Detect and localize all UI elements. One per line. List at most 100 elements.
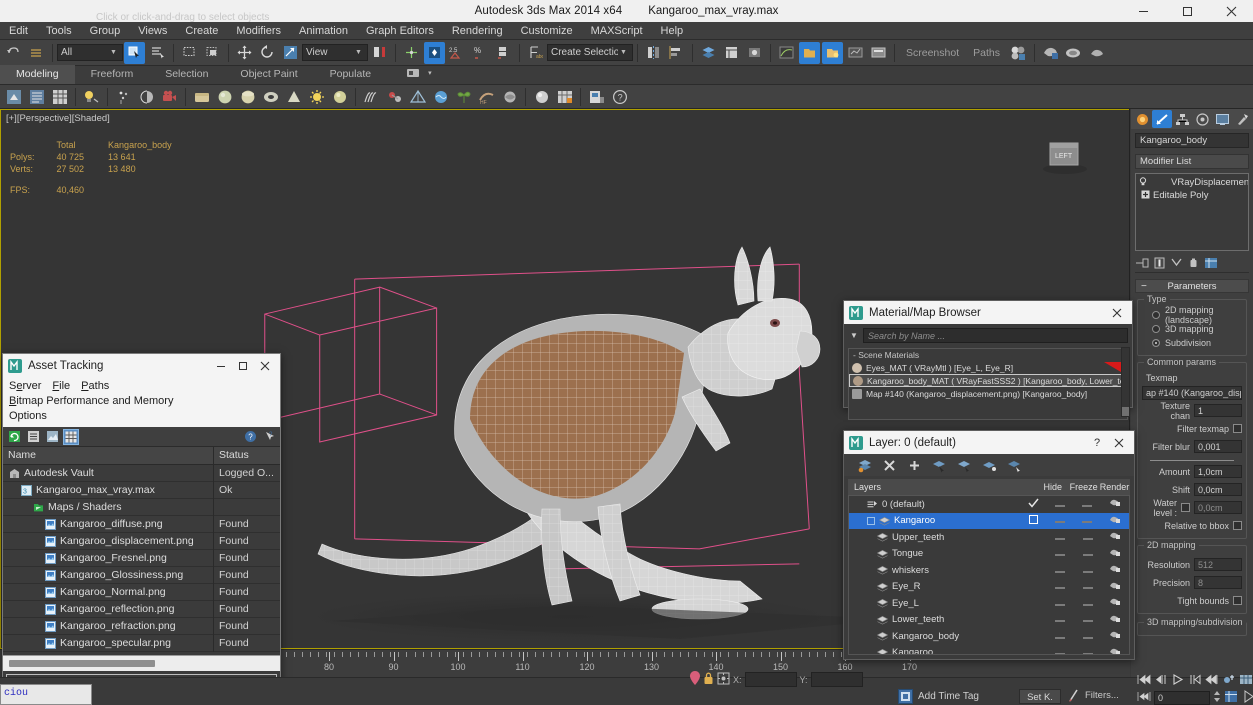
scrollbar-thumb[interactable] [9,660,155,667]
delete-layer-icon[interactable] [881,457,897,473]
slate-material-editor-icon[interactable] [554,86,575,108]
layer-hide-cell[interactable] [1046,581,1074,592]
menu-tools[interactable]: Tools [37,22,81,40]
asset-tracking-rows[interactable]: Autodesk Vault Logged O... 3 Kangaroo_max_v… [3,465,280,655]
asset-tracking-toggle-icon[interactable] [799,41,820,64]
material-list-item[interactable]: Eyes_MAT ( VRayMtl ) [Eye_L, Eye_R] [849,361,1127,374]
layer-manager-icon[interactable] [698,42,719,64]
create-panel-icon[interactable] [3,86,24,108]
layer-render-cell[interactable] [1101,548,1129,560]
cylinder-primitive-icon[interactable] [237,86,258,108]
select-highlighted-objects-icon[interactable] [956,457,972,473]
layer-hide-cell[interactable] [1046,647,1074,654]
camera-icon[interactable] [159,86,180,108]
asset-row[interactable]: Kangaroo_reflection.png Found [3,600,280,618]
make-unique-icon[interactable] [1169,255,1184,270]
view-cube[interactable]: LEFT [1039,137,1091,175]
layer-hide-cell[interactable] [1046,532,1074,543]
render-frame-window-icon[interactable] [868,42,889,64]
window-crossing-icon[interactable] [202,42,223,64]
render-setup-icon[interactable] [744,42,765,64]
radio-2d-mapping[interactable]: 2D mapping (landscape) [1142,305,1242,325]
layer-row[interactable]: Upper_teeth [849,529,1129,546]
ribbon-tab-object-paint[interactable]: Object Paint [224,65,313,84]
layer-current-cell[interactable] [1021,514,1045,527]
options-chevron-icon[interactable]: ▼ [848,331,860,340]
texture-channel-field[interactable]: 1 [1194,404,1242,417]
layer-render-cell[interactable] [1101,630,1129,642]
tab-create[interactable] [1132,110,1152,128]
modifier-list-dropdown[interactable]: Modifier List [1135,154,1249,169]
asset-tracking-close-button[interactable] [254,356,276,376]
layer-row[interactable]: Kangaroo_body [849,628,1129,645]
radio-subdivision[interactable]: Subdivision [1142,336,1242,350]
go-to-end-icon[interactable] [1205,674,1219,688]
foliage-icon[interactable] [453,86,474,108]
asset-tracking-minimize-button[interactable] [210,356,232,376]
scene-explorer-icon[interactable] [721,42,742,64]
asset-tracking-maximize-button[interactable] [232,356,254,376]
align-icon[interactable] [666,42,687,64]
percent-snap-icon[interactable]: % [470,42,491,64]
layer-freeze-cell[interactable] [1073,515,1101,526]
render-production-icon[interactable] [1040,42,1061,64]
radio-icon[interactable] [1152,311,1160,319]
material-browser-close-button[interactable] [1106,303,1128,323]
menu-rendering[interactable]: Rendering [443,22,512,40]
layer-freeze-cell[interactable] [1074,532,1102,543]
render-activeshade-icon[interactable] [1086,42,1107,64]
layer-render-cell[interactable] [1101,515,1129,527]
asset-tracking-window[interactable]: Asset Tracking Server File PathsBitmap Per… [2,353,281,700]
name-column-header[interactable]: Name [3,447,214,464]
modifier-stack-item[interactable]: VRayDisplacementMod [1136,176,1248,189]
helpers-icon[interactable] [407,86,428,108]
ribbon-tab-freeform[interactable]: Freeform [75,65,150,84]
material-map-browser-window[interactable]: Material/Map Browser ▼ Search by Name ..… [843,300,1133,420]
material-list-item[interactable]: Map #140 (Kangaroo_displacement.png) [Ka… [849,387,1127,400]
filters-button[interactable]: Filters... [1085,690,1119,701]
coord-x-field[interactable] [744,672,797,687]
frame-spinner-icon[interactable] [1213,690,1221,705]
sphere-primitive-icon[interactable] [214,86,235,108]
box-primitive-icon[interactable] [191,86,212,108]
render-iterative-icon[interactable] [1063,42,1084,64]
material-search-input[interactable]: Search by Name ... [863,328,1128,343]
snaps-toggle-icon[interactable] [424,41,445,64]
tight-bounds-checkbox[interactable] [1233,596,1242,605]
use-pivot-point-center-icon[interactable] [369,42,390,64]
menu-graph-editors[interactable]: Graph Editors [357,22,443,40]
layer-render-cell[interactable] [1101,564,1129,576]
create-new-layer-icon[interactable] [856,457,872,473]
layer-render-cell[interactable] [1101,614,1129,626]
layer-row[interactable]: Tongue [849,546,1129,563]
cone-primitive-icon[interactable] [283,86,304,108]
asset-row[interactable]: Kangaroo_displacement.png Found [3,532,280,550]
curve-editor-icon[interactable] [776,42,797,64]
add-to-layer-icon[interactable] [906,457,922,473]
named-selection-set-dropdown[interactable]: Create Selection S ▼ [547,44,633,61]
shift-field[interactable]: 0,0cm [1194,483,1242,496]
asset-row[interactable]: Autodesk Vault Logged O... [3,465,280,482]
layer-hide-cell[interactable] [1046,631,1074,642]
menu-group[interactable]: Group [81,22,130,40]
layer-row[interactable]: Kangaroo [849,645,1129,654]
select-object-icon[interactable] [124,41,145,64]
material-browser-list[interactable]: - Scene Materials Eyes_MAT ( VRayMtl ) [… [848,348,1128,420]
lock-selection-icon[interactable] [703,672,714,688]
add-selection-to-layer-icon[interactable] [1006,457,1022,473]
pin-stack-icon[interactable] [1135,255,1150,270]
rectangular-selection-region-icon[interactable] [179,42,200,64]
menu-edit[interactable]: Edit [0,22,37,40]
layer-row[interactable]: Lower_teeth [849,612,1129,629]
scrollbar-thumb[interactable] [1122,407,1129,416]
hair-modifier-icon[interactable]: HF [476,86,497,108]
layer-row[interactable]: Eye_R [849,579,1129,596]
menu-paths[interactable]: Paths [81,379,109,394]
layer-freeze-cell[interactable] [1074,581,1102,592]
layer-render-cell[interactable] [1101,597,1129,609]
key-mode-toggle-icon[interactable] [1222,674,1236,688]
time-configuration-icon[interactable] [1239,674,1253,688]
material-list-item-selected[interactable]: Kangaroo_body_MAT ( VRayFastSSS2 ) [Kang… [849,374,1127,387]
layer-render-cell[interactable] [1101,581,1129,593]
asset-tracking-hscrollbar[interactable] [3,655,280,671]
